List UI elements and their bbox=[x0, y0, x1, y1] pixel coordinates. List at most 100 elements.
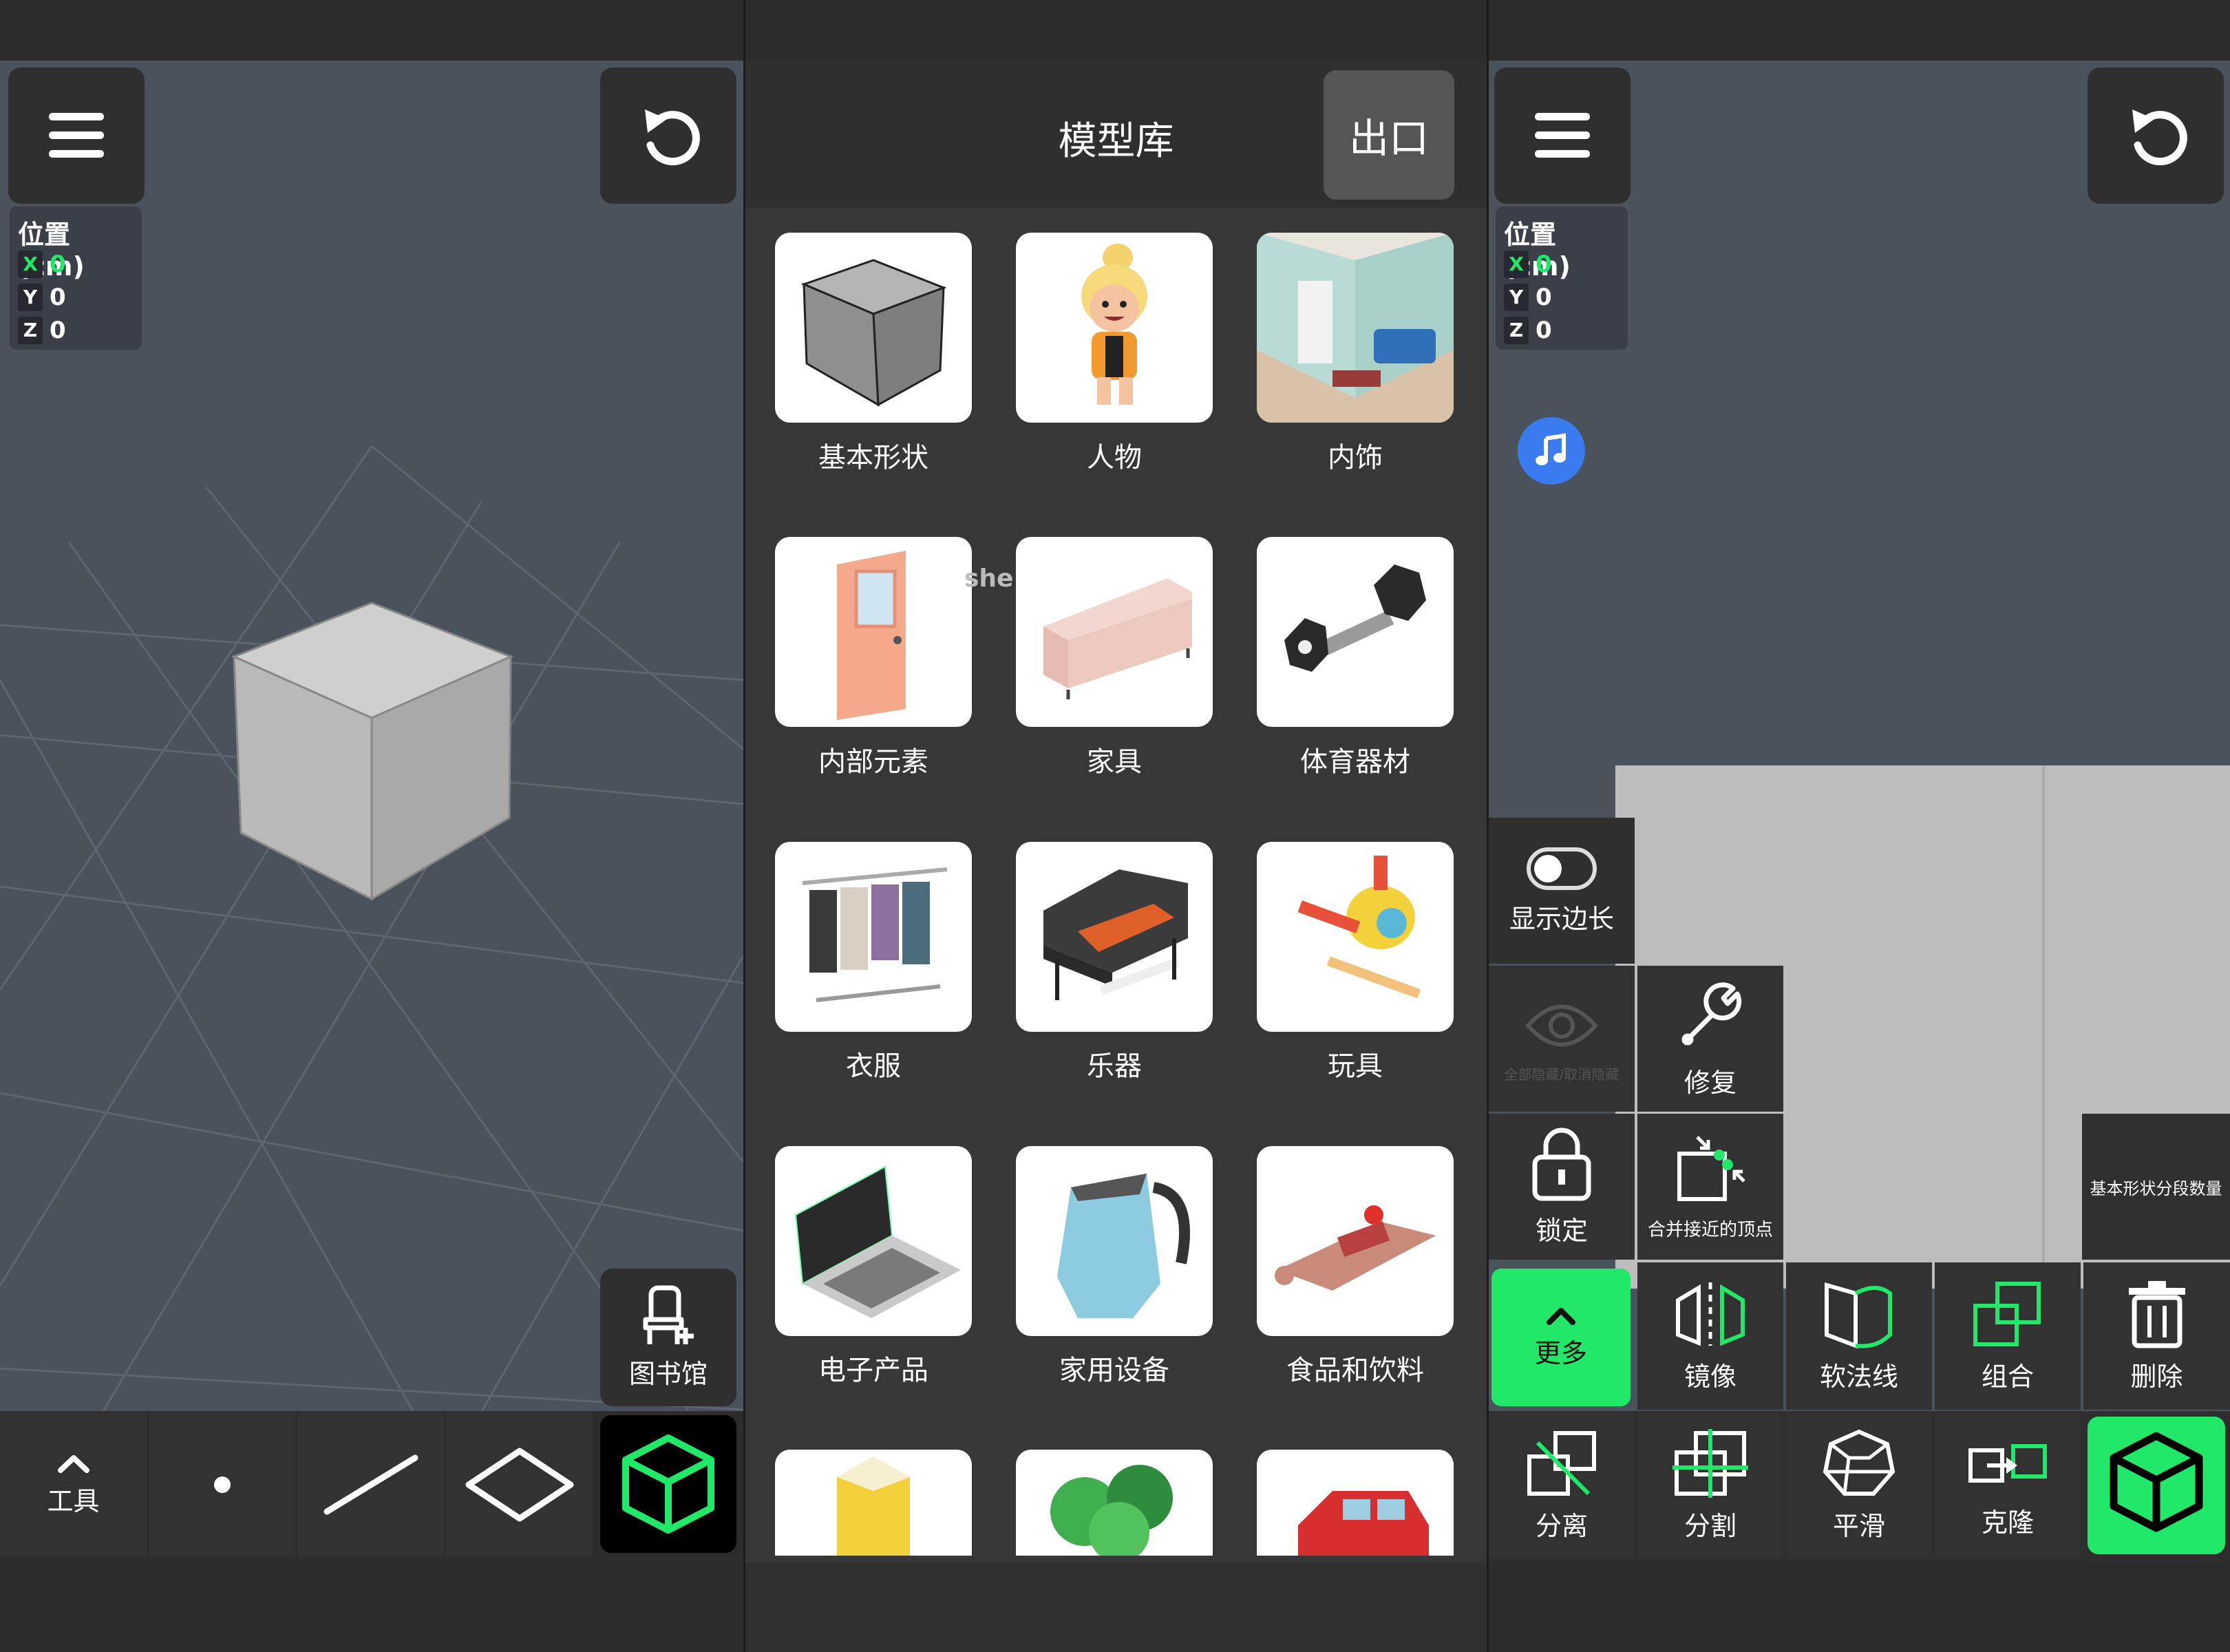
undo-button[interactable] bbox=[600, 67, 736, 204]
menu-button[interactable] bbox=[8, 67, 145, 204]
lock-button[interactable]: 锁定 bbox=[1489, 1114, 1635, 1260]
show-edges-toggle[interactable]: 显示边长 bbox=[1489, 818, 1635, 964]
mirror-label: 镜像 bbox=[1684, 1361, 1737, 1392]
undo-icon bbox=[2132, 109, 2187, 166]
separate-button[interactable]: 分离 bbox=[1489, 1412, 1635, 1558]
category-label: 乐器 bbox=[1087, 1050, 1142, 1082]
z-value: 0 bbox=[50, 317, 66, 344]
category-card-food[interactable] bbox=[1257, 1146, 1454, 1336]
library-button[interactable]: 图书馆 bbox=[600, 1269, 736, 1406]
nav-bar bbox=[0, 1563, 743, 1652]
split-icon bbox=[1672, 1428, 1748, 1498]
smooth-button[interactable]: 平滑 bbox=[1786, 1412, 1932, 1558]
category-card-toys[interactable] bbox=[1257, 842, 1454, 1032]
category-label: 内饰 bbox=[1328, 442, 1383, 474]
category-card-interior[interactable] bbox=[1257, 233, 1454, 423]
model-library-panel: 模型库 出口 基本形状 人物 内饰 内部元素 家具 体育器材 衣服 乐器 玩具 … bbox=[745, 0, 1487, 1652]
clothes-rack-thumbnail bbox=[802, 867, 948, 1002]
hide-all-button[interactable]: 全部隐藏/取消隐藏 bbox=[1489, 966, 1635, 1112]
clone-button[interactable]: 克隆 bbox=[1935, 1412, 2081, 1558]
category-label: 内部元素 bbox=[818, 746, 928, 778]
face-mode-button[interactable] bbox=[446, 1412, 593, 1557]
category-card-partial[interactable] bbox=[775, 1450, 972, 1556]
library-header: 模型库 出口 bbox=[745, 61, 1487, 208]
more-label: 更多 bbox=[1534, 1337, 1587, 1368]
object-mode-button[interactable] bbox=[2088, 1417, 2225, 1554]
dumbbell-thumbnail bbox=[1284, 564, 1426, 672]
clone-icon bbox=[1968, 1443, 2047, 1483]
status-bar bbox=[745, 0, 1487, 61]
category-card-basic-shapes[interactable] bbox=[775, 233, 972, 423]
trash-icon bbox=[2128, 1280, 2185, 1348]
category-card-appliances[interactable] bbox=[1016, 1146, 1213, 1336]
merge-vertices-button[interactable]: 合并接近的顶点 bbox=[1637, 1114, 1783, 1260]
mirror-button[interactable]: 镜像 bbox=[1637, 1262, 1783, 1410]
plant-thumbnail bbox=[1050, 1465, 1173, 1556]
vertex-mode-button[interactable] bbox=[149, 1412, 295, 1557]
repair-label: 修复 bbox=[1684, 1067, 1737, 1098]
piano-thumbnail bbox=[1043, 869, 1188, 1000]
face-icon bbox=[465, 1448, 573, 1522]
music-button[interactable] bbox=[1518, 417, 1585, 485]
edge-mode-button[interactable] bbox=[297, 1412, 444, 1557]
category-label: 人物 bbox=[1087, 442, 1142, 474]
character-thumbnail bbox=[1081, 244, 1147, 405]
soft-normals-icon bbox=[1825, 1282, 1892, 1348]
room-thumbnail bbox=[1257, 233, 1454, 423]
tool-row: 工具 bbox=[0, 1412, 743, 1557]
library-label: 图书馆 bbox=[628, 1358, 708, 1389]
delete-label: 删除 bbox=[2130, 1361, 2183, 1392]
object-mode-button[interactable] bbox=[600, 1415, 736, 1553]
x-value: 0 bbox=[50, 251, 66, 278]
group-icon bbox=[1973, 1281, 2041, 1346]
show-edges-label: 显示边长 bbox=[1509, 903, 1614, 934]
chevron-up-icon bbox=[1547, 1307, 1575, 1325]
laptop-thumbnail bbox=[794, 1165, 961, 1318]
category-card-electronics[interactable] bbox=[775, 1146, 972, 1336]
category-card-partial[interactable] bbox=[1257, 1450, 1454, 1556]
category-card-interior-elements[interactable] bbox=[775, 537, 972, 727]
hamburger-icon bbox=[49, 113, 104, 158]
category-card-furniture[interactable] bbox=[1016, 537, 1213, 727]
lock-icon bbox=[1532, 1127, 1591, 1200]
z-axis-label: Z bbox=[18, 317, 43, 344]
category-label: 食品和饮料 bbox=[1286, 1355, 1424, 1386]
helicopter-thumbnail bbox=[1297, 856, 1421, 999]
more-button[interactable]: 更多 bbox=[1491, 1269, 1631, 1406]
car-thumbnail bbox=[1298, 1491, 1429, 1556]
category-card-partial[interactable] bbox=[1016, 1450, 1213, 1556]
segments-label: 基本形状分段数量 bbox=[2090, 1178, 2222, 1198]
position-panel: 位置 (cm) X0 Y0 Z0 bbox=[1496, 206, 1628, 350]
undo-button[interactable] bbox=[2088, 67, 2224, 204]
watermark: she bbox=[964, 564, 1014, 593]
mirror-icon bbox=[1676, 1282, 1745, 1346]
cube-thumbnail bbox=[800, 259, 947, 407]
repair-button[interactable]: 修复 bbox=[1637, 966, 1783, 1112]
toggle-switch-icon bbox=[1527, 847, 1597, 890]
food-board-thumbnail bbox=[1275, 1205, 1436, 1291]
group-button[interactable]: 组合 bbox=[1935, 1262, 2081, 1410]
tools-label: 工具 bbox=[47, 1485, 100, 1516]
menu-button[interactable] bbox=[1494, 67, 1631, 204]
position-panel: 位置 (cm) X0 Y0 Z0 bbox=[10, 206, 142, 350]
category-card-sports[interactable] bbox=[1257, 537, 1454, 727]
clone-label: 克隆 bbox=[1981, 1507, 2034, 1538]
vertex-icon bbox=[213, 1476, 231, 1493]
nav-bar bbox=[745, 1563, 1487, 1652]
x-axis-label: X bbox=[1504, 251, 1529, 278]
category-card-instruments[interactable] bbox=[1016, 842, 1213, 1032]
split-button[interactable]: 分割 bbox=[1637, 1412, 1783, 1558]
z-value: 0 bbox=[1536, 317, 1552, 344]
wrench-icon bbox=[1681, 982, 1742, 1045]
tools-button[interactable]: 工具 bbox=[0, 1412, 147, 1557]
music-note-icon bbox=[1536, 433, 1566, 465]
category-card-clothes[interactable] bbox=[775, 842, 972, 1032]
x-axis-label: X bbox=[18, 251, 43, 278]
category-label: 体育器材 bbox=[1300, 746, 1410, 778]
right-panel: 位置 (cm) X0 Y0 Z0 显示边长 全部隐藏/取消隐藏 修复 锁定 合并… bbox=[1489, 0, 2230, 1652]
soft-normals-button[interactable]: 软法线 bbox=[1786, 1262, 1932, 1410]
delete-button[interactable]: 删除 bbox=[2083, 1262, 2230, 1410]
segments-panel[interactable]: 基本形状分段数量 bbox=[2082, 1114, 2230, 1260]
category-card-people[interactable] bbox=[1016, 233, 1213, 423]
exit-button[interactable]: 出口 bbox=[1324, 70, 1454, 200]
